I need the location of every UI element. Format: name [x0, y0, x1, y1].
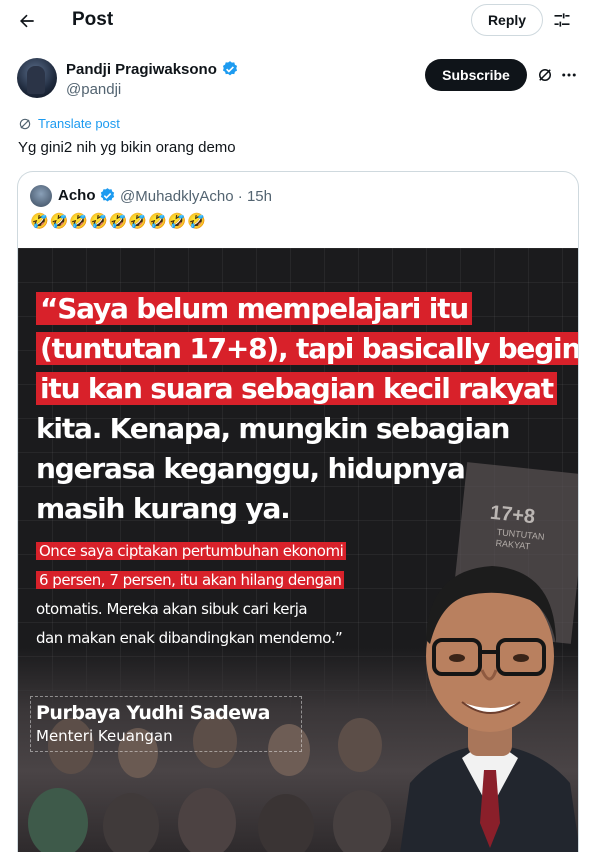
grok-icon: [539, 69, 551, 81]
quote-avatar[interactable]: [30, 185, 52, 207]
back-button[interactable]: [12, 6, 42, 36]
subscribe-button[interactable]: Subscribe: [425, 59, 527, 91]
headline-line-2: (tuntutan 17+8), tapi basically begini,: [36, 332, 578, 366]
more-button[interactable]: [558, 64, 580, 86]
author-row: Pandji Pragiwaksono @pandji Subscribe: [0, 52, 600, 108]
back-arrow-icon: [20, 14, 34, 28]
headline-line-4: kita. Kenapa, mungkin sebagian: [36, 412, 510, 445]
grok-button[interactable]: [534, 64, 556, 86]
quote-meta: @MuhadklyAcho · 15h: [120, 188, 272, 205]
headline-line-3: itu kan suara sebagian kecil rakyat: [36, 372, 557, 406]
top-bar: Post Reply: [0, 0, 600, 42]
minister-portrait: [400, 566, 578, 852]
protest-sign-text: 17+8: [489, 501, 537, 529]
quote-author-name[interactable]: Acho: [58, 187, 116, 204]
body-line-4: dan makan enak dibandingkan mendemo.”: [36, 629, 343, 647]
headline-line-5: ngerasa keganggu, hidupnya: [36, 452, 466, 485]
verified-badge-icon: [100, 188, 114, 202]
filter-icon: [554, 13, 570, 27]
body-line-2: 6 persen, 7 persen, itu akan hilang deng…: [36, 569, 345, 591]
person-name: Purbaya Yudhi Sadewa: [36, 702, 271, 724]
translate-label: Translate post: [38, 116, 120, 131]
verified-badge-icon: [222, 61, 237, 76]
post-text: Yg gini2 nih yg bikin orang demo: [18, 139, 236, 156]
quote-author-name-text: Acho: [58, 187, 96, 204]
body-line-3: otomatis. Mereka akan sibuk cari kerja: [36, 600, 308, 618]
translate-post-link[interactable]: Translate post: [18, 116, 120, 131]
author-handle[interactable]: @pandji: [66, 81, 121, 98]
headline-line-1: “Saya belum mempelajari itu: [36, 292, 473, 326]
headline-line-6: masih kurang ya.: [36, 492, 291, 525]
author-name[interactable]: Pandji Pragiwaksono: [66, 60, 239, 78]
quote-image[interactable]: 17+8 TUNTUTAN RAKYAT “Saya belum mempela…: [18, 248, 578, 852]
author-name-text: Pandji Pragiwaksono: [66, 60, 217, 78]
reply-button[interactable]: Reply: [471, 4, 543, 36]
filter-button[interactable]: [549, 7, 575, 33]
body-line-1: Once saya ciptakan pertumbuhan ekonomi: [36, 540, 347, 562]
quote-text: 🤣🤣🤣🤣🤣🤣🤣🤣🤣: [30, 213, 208, 230]
quoted-post[interactable]: Acho @MuhadklyAcho · 15h 🤣🤣🤣🤣🤣🤣🤣🤣🤣 17+8 …: [17, 171, 579, 852]
page-title: Post: [72, 9, 114, 30]
avatar[interactable]: [17, 58, 57, 98]
more-icon: [562, 73, 576, 77]
person-title: Menteri Keuangan: [36, 727, 173, 745]
translate-icon: [19, 118, 31, 129]
